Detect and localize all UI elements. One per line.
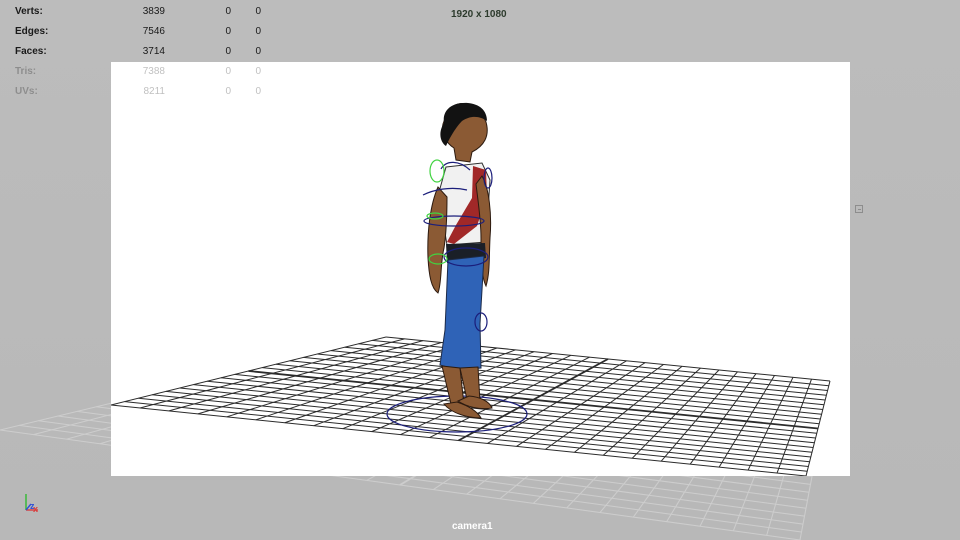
hud-value: 0 (225, 6, 231, 17)
hud-value: 0 (225, 26, 231, 37)
hud-value: 0 (255, 46, 261, 57)
camera-label: camera1 (452, 521, 493, 532)
hud-value: 0 (225, 86, 231, 97)
hud-row-tris: Tris: 7388 0 0 (15, 62, 275, 82)
maya-viewport[interactable]: Verts: 3839 0 0 Edges: 7546 0 0 Faces: 3… (0, 0, 960, 540)
render-region[interactable] (111, 62, 850, 476)
hud-label: Faces: (15, 46, 47, 57)
hud-value: 7388 (142, 66, 165, 77)
hud-value: 0 (255, 6, 261, 17)
hud-value: 8211 (143, 86, 165, 97)
hud-value: 3839 (142, 6, 165, 17)
hud-row-verts: Verts: 3839 0 0 (15, 2, 275, 22)
hud-value: 0 (225, 46, 231, 57)
hud-row-faces: Faces: 3714 0 0 (15, 42, 275, 62)
hud-label: UVs: (15, 86, 38, 97)
axis-gizmo-icon: x z (20, 488, 46, 516)
hud-value: 0 (225, 66, 231, 77)
resolution-label: 1920 x 1080 (451, 9, 507, 20)
hud-value: 7546 (142, 26, 165, 37)
hud-stats: Verts: 3839 0 0 Edges: 7546 0 0 Faces: 3… (15, 2, 275, 102)
axis-z-label: z (30, 501, 35, 511)
hud-row-uvs: UVs: 8211 0 0 (15, 82, 275, 102)
hud-label: Tris: (15, 66, 37, 77)
hud-label: Edges: (15, 26, 49, 37)
hud-value: 0 (255, 66, 261, 77)
hud-value: 3714 (142, 46, 165, 57)
hud-value: 0 (255, 86, 261, 97)
scene-canvas (111, 62, 850, 476)
hud-value: 0 (255, 26, 261, 37)
viewport-marker-icon[interactable] (855, 205, 863, 213)
hud-row-edges: Edges: 7546 0 0 (15, 22, 275, 42)
hud-label: Verts: (15, 6, 43, 17)
